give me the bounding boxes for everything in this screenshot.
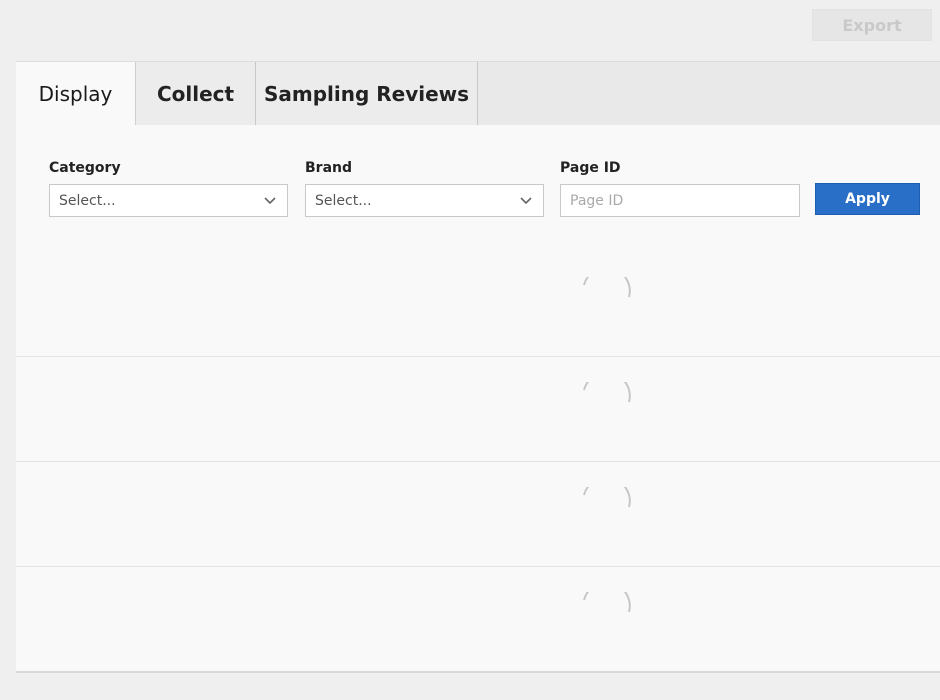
loading-spinner-icon — [583, 382, 631, 403]
category-select-value: Select... — [59, 192, 116, 209]
row-divider — [16, 566, 940, 567]
tab-strip: Display Collect Sampling Reviews — [16, 61, 940, 127]
chevron-down-icon — [520, 197, 532, 205]
page: Export Display Collect Sampling Reviews … — [0, 0, 940, 700]
brand-select-value: Select... — [315, 192, 372, 209]
loading-spinner-icon — [583, 277, 631, 298]
loading-spinner-icon — [583, 487, 631, 508]
page-id-label: Page ID — [560, 160, 621, 176]
brand-select[interactable]: Select... — [305, 184, 544, 217]
category-select[interactable]: Select... — [49, 184, 288, 217]
category-label: Category — [49, 160, 121, 176]
export-button[interactable]: Export — [812, 9, 932, 41]
tab-collect[interactable]: Collect — [136, 62, 256, 127]
row-divider — [16, 461, 940, 462]
tab-display[interactable]: Display — [16, 62, 136, 127]
apply-button[interactable]: Apply — [815, 183, 920, 215]
tab-sampling-reviews[interactable]: Sampling Reviews — [256, 62, 478, 127]
brand-label: Brand — [305, 160, 353, 176]
page-id-input[interactable] — [560, 184, 800, 217]
row-divider — [16, 356, 940, 357]
display-panel: Category Select... Brand Select... Page … — [16, 125, 940, 673]
chevron-down-icon — [264, 197, 276, 205]
loading-spinner-icon — [583, 592, 631, 613]
